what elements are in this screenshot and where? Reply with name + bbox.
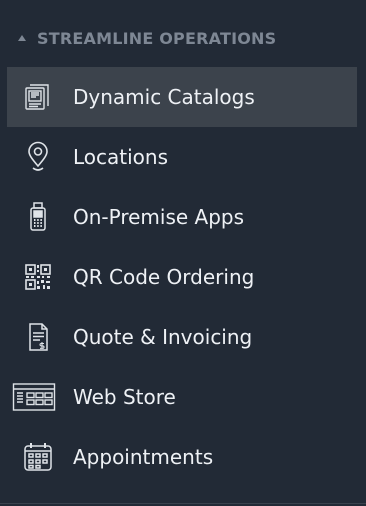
calendar-icon [15, 439, 61, 475]
sidebar-item-label: On-Premise Apps [73, 205, 245, 229]
sidebar-item-quote-invoicing[interactable]: Quote & Invoicing [7, 307, 357, 367]
pos-terminal-icon [15, 199, 61, 235]
web-store-icon [9, 379, 59, 415]
sidebar-item-appointments[interactable]: Appointments [7, 427, 357, 487]
qr-code-icon [15, 259, 61, 295]
sidebar-item-label: Web Store [73, 385, 176, 409]
caret-up-icon[interactable] [18, 35, 26, 41]
sidebar-item-label: Dynamic Catalogs [73, 85, 255, 109]
invoice-icon [15, 319, 61, 355]
sidebar-item-label: QR Code Ordering [73, 265, 255, 289]
sidebar-item-web-store[interactable]: Web Store [7, 367, 357, 427]
sidebar-item-locations[interactable]: Locations [7, 127, 357, 187]
location-pin-icon [15, 139, 61, 175]
sidebar-item-label: Quote & Invoicing [73, 325, 253, 349]
sidebar-item-label: Locations [73, 145, 169, 169]
sidebar-item-on-premise-apps[interactable]: On-Premise Apps [7, 187, 357, 247]
sidebar-panel: STREAMLINE OPERATIONS Dynamic Catalogs L… [0, 0, 366, 506]
section-header-streamline-operations[interactable]: STREAMLINE OPERATIONS [16, 26, 276, 50]
sidebar-menu: Dynamic Catalogs Locations On-Premise Ap… [7, 67, 357, 487]
sidebar-item-dynamic-catalogs[interactable]: Dynamic Catalogs [7, 67, 357, 127]
section-title: STREAMLINE OPERATIONS [37, 28, 277, 48]
sidebar-item-qr-code-ordering[interactable]: QR Code Ordering [7, 247, 357, 307]
divider [0, 503, 366, 504]
sidebar-item-label: Appointments [73, 445, 214, 469]
catalog-icon [15, 79, 61, 115]
